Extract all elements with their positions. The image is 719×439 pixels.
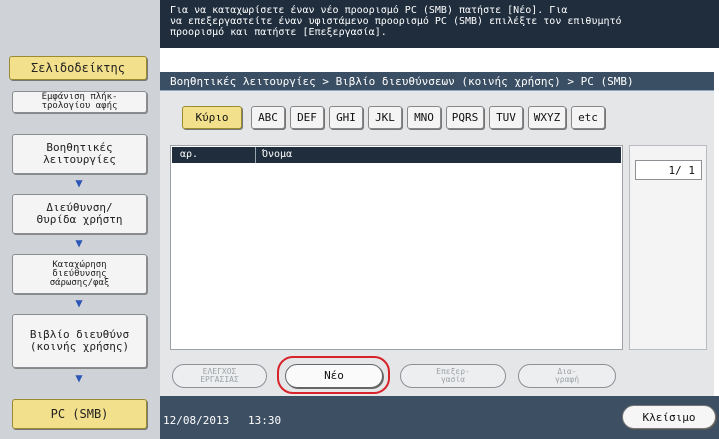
index-tab-ghi[interactable]: GHI bbox=[329, 106, 363, 129]
footer-date: 12/08/2013 bbox=[163, 414, 230, 427]
display-keypad-button[interactable]: Εμφάνιση πλήκ- τρολογίου αφής bbox=[12, 91, 147, 113]
bookmark-tab[interactable]: Σελιδοδείκτης bbox=[9, 56, 147, 80]
new-button[interactable]: Νέο bbox=[285, 364, 383, 388]
arrow-down-icon: ▼ bbox=[75, 176, 83, 190]
check-job-button[interactable]: ΕΛΕΓΧΟΣ ΕΡΓΑΣΙΑΣ bbox=[172, 364, 267, 388]
step-scan-fax-registration[interactable]: Καταχώρηση διεύθυνσης σάρωσης/φαξ bbox=[12, 254, 147, 294]
arrow-down-icon: ▼ bbox=[75, 296, 83, 310]
index-tab-etc[interactable]: etc bbox=[571, 106, 605, 129]
breadcrumb: Βοηθητικές λειτουργίες > Βιβλίο διευθύνσ… bbox=[160, 72, 714, 91]
index-tab-mno[interactable]: MNO bbox=[407, 106, 441, 129]
index-tab-def[interactable]: DEF bbox=[290, 106, 324, 129]
current-step-pc-smb: PC (SMB) bbox=[12, 399, 147, 429]
index-tab-pqrs[interactable]: PQRS bbox=[446, 106, 484, 129]
footer-time: 13:30 bbox=[248, 414, 282, 427]
index-tab-tuv[interactable]: TUV bbox=[489, 106, 523, 129]
step-address-book-public[interactable]: Βιβλίο διευθύνσ (κοινής χρήσης) bbox=[12, 314, 147, 368]
column-name: Όνομα bbox=[262, 149, 293, 160]
column-number: αρ. bbox=[180, 149, 199, 160]
arrow-down-icon: ▼ bbox=[75, 236, 83, 250]
index-tab-wxyz[interactable]: WXYZ bbox=[528, 106, 566, 129]
page-indicator: 1/ 1 bbox=[635, 160, 702, 180]
index-tab-abc[interactable]: ABC bbox=[251, 106, 285, 129]
column-divider bbox=[255, 147, 256, 163]
arrow-down-icon: ▼ bbox=[75, 371, 83, 385]
index-tab-main[interactable]: Κύριο bbox=[182, 106, 242, 129]
index-tab-jkl[interactable]: JKL bbox=[368, 106, 402, 129]
destination-list[interactable] bbox=[170, 145, 623, 350]
delete-button[interactable]: Δια- γραφή bbox=[518, 364, 616, 388]
list-header: αρ. Όνομα bbox=[172, 147, 621, 163]
edit-button[interactable]: Επεξερ- γασία bbox=[400, 364, 506, 388]
step-utility[interactable]: Βοηθητικές λειτουργίες bbox=[12, 134, 147, 174]
instruction-text: Για να καταχωρίσετε έναν νέο προορισμό P… bbox=[160, 0, 719, 48]
close-button[interactable]: Κλείσιμο bbox=[622, 405, 716, 429]
step-address-user-box[interactable]: Διεύθυνση/ Θυρίδα χρήστη bbox=[12, 194, 147, 234]
